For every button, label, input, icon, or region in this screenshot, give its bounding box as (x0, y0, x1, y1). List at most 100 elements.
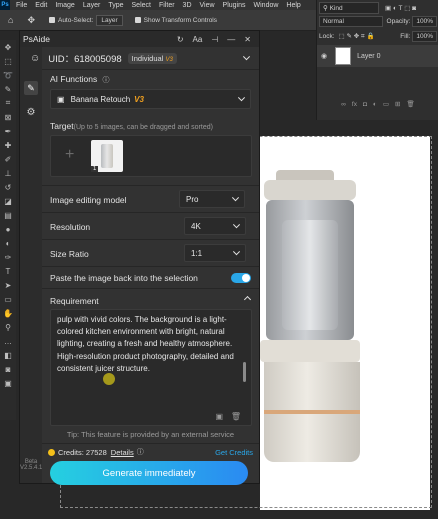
zoom-icon[interactable]: ⚲ (0, 320, 16, 334)
move-tool-icon[interactable]: ✥ (27, 15, 35, 26)
visibility-eye-icon[interactable]: ◉ (321, 52, 327, 60)
fx-icon[interactable]: fx (352, 101, 357, 108)
size-ratio-row: Size Ratio 1:1 (42, 239, 259, 267)
history-brush-icon[interactable]: ↺ (0, 180, 16, 194)
menu-select[interactable]: Select (132, 2, 151, 9)
adjustment-icon[interactable]: ◐ (373, 101, 377, 108)
quick-mask-icon[interactable]: ◙ (0, 362, 16, 376)
info-icon[interactable]: ⓘ (102, 77, 109, 84)
size-ratio-select[interactable]: 1:1 (184, 244, 246, 262)
more-tools-icon[interactable]: … (0, 334, 16, 348)
resolution-label: Resolution (50, 221, 91, 232)
pen-icon[interactable]: ✑ (0, 250, 16, 264)
chevron-down-icon (231, 194, 240, 202)
target-thumbnail[interactable]: 1 (91, 140, 123, 172)
refresh-icon[interactable]: ↻ (177, 35, 184, 44)
version-info: Beta V2.5.4.1 (20, 459, 42, 471)
marquee-icon[interactable]: ⬚ (0, 54, 16, 68)
screen-mode-icon[interactable]: ▣ (0, 376, 16, 390)
brush-icon[interactable]: ✐ (0, 152, 16, 166)
path-select-icon[interactable]: ➤ (0, 278, 16, 292)
target-dropzone[interactable]: + 1 (50, 135, 252, 177)
mask-icon[interactable]: ◘ (363, 101, 367, 108)
close-icon[interactable]: ✕ (244, 35, 251, 44)
mouse-cursor-highlight (103, 373, 115, 385)
link-icon[interactable]: ∞ (341, 101, 346, 108)
frame-icon[interactable]: ⊠ (0, 110, 16, 124)
fill-input[interactable]: 100% (412, 31, 437, 42)
panel-content: ☺ UID：618005098 Individual V3 AI Functio… (30, 47, 259, 485)
requirement-textarea[interactable]: pulp with vivid colors. The background i… (50, 309, 252, 426)
image-model-label: Image editing model (50, 194, 127, 205)
healing-icon[interactable]: ✚ (0, 138, 16, 152)
chevron-up-icon[interactable] (243, 295, 252, 304)
menu-filter[interactable]: Filter (159, 2, 175, 9)
version-label: V2.5.4.1 (20, 465, 43, 471)
delete-icon[interactable]: 🗑 (231, 412, 241, 421)
crop-icon[interactable]: ⌗ (0, 96, 16, 110)
ai-function-select[interactable]: ▣ Banana Retouch V3 (50, 89, 251, 109)
minimize-icon[interactable]: — (227, 35, 235, 44)
stamp-icon[interactable]: ⊥ (0, 166, 16, 180)
folder-icon[interactable]: ▭ (383, 100, 389, 108)
image-model-select[interactable]: Pro (179, 190, 245, 208)
details-link[interactable]: Details (111, 448, 134, 457)
layer-filter-kind[interactable]: ⚲ Kind (319, 2, 379, 14)
dodge-icon[interactable]: ◐ (0, 236, 16, 250)
kind-label: Kind (329, 5, 343, 12)
menu-edit[interactable]: Edit (35, 2, 47, 9)
eraser-icon[interactable]: ◪ (0, 194, 16, 208)
gradient-icon[interactable]: ▤ (0, 208, 16, 222)
menu-window[interactable]: Window (254, 2, 279, 9)
tier-tag: V3 (165, 56, 173, 63)
tier-label: Individual (131, 53, 164, 63)
opacity-input[interactable]: 100% (412, 16, 437, 27)
move-icon[interactable]: ✥ (0, 40, 16, 54)
target-hint: (Up to 5 images, can be dragged and sort… (73, 124, 213, 131)
menu-image[interactable]: Image (55, 2, 74, 9)
shape-icon[interactable]: ▭ (0, 292, 16, 306)
add-image-icon[interactable]: + (65, 146, 74, 164)
eyedropper-icon[interactable]: ✒ (0, 124, 16, 138)
image-insert-icon[interactable]: ▣ (215, 412, 223, 421)
auto-select-label: Auto-Select: (57, 16, 94, 24)
quick-select-icon[interactable]: ✎ (0, 82, 16, 96)
account-row[interactable]: ☺ UID：618005098 Individual V3 (30, 47, 259, 70)
textarea-scrollbar[interactable] (243, 362, 246, 382)
resolution-select[interactable]: 4K (184, 217, 246, 235)
color-swatch-icon[interactable]: ◧ (0, 348, 16, 362)
settings-icon[interactable]: ⚙ (24, 105, 38, 119)
get-credits-link[interactable]: Get Credits (215, 448, 253, 457)
hand-icon[interactable]: ✋ (0, 306, 16, 320)
show-transform-label: Show Transform Controls (143, 16, 218, 24)
credits-label: Credits: 27528 (58, 447, 107, 457)
lock-icons[interactable]: ⬚ ✎ ✥ ⌗ 🔒 (339, 32, 375, 41)
info-icon[interactable]: ⓘ (137, 447, 144, 457)
layer-row[interactable]: ◉ Layer 0 (317, 45, 438, 67)
menu-3d[interactable]: 3D (183, 2, 192, 9)
menu-type[interactable]: Type (108, 2, 123, 9)
auto-select-target-select[interactable]: Layer (96, 14, 123, 26)
lasso-icon[interactable]: ➰ (0, 68, 16, 82)
menu-plugins[interactable]: Plugins (223, 2, 246, 9)
menu-layer[interactable]: Layer (83, 2, 101, 9)
auto-select-checkbox[interactable] (48, 17, 55, 23)
menu-view[interactable]: View (200, 2, 215, 9)
pin-icon[interactable]: ⊣ (211, 35, 218, 44)
paste-back-toggle[interactable] (231, 273, 251, 283)
new-layer-icon[interactable]: ⊞ (395, 100, 400, 108)
delete-layer-icon[interactable]: 🗑 (406, 100, 414, 108)
target-heading: Target(Up to 5 images, can be dragged an… (50, 121, 213, 131)
menu-help[interactable]: Help (286, 2, 300, 9)
filter-icons[interactable]: ▣ ◐ T ⬚ ◙ (385, 4, 416, 12)
font-size-icon[interactable]: Aa (193, 35, 203, 44)
menu-file[interactable]: File (16, 2, 27, 9)
generate-button[interactable]: Generate immediately (50, 461, 248, 485)
show-transform-checkbox[interactable] (134, 17, 141, 23)
chevron-down-icon[interactable] (242, 53, 251, 61)
blur-icon[interactable]: ● (0, 222, 16, 236)
blend-mode-select[interactable]: Normal (319, 16, 383, 27)
edit-icon[interactable]: ✎ (24, 81, 38, 95)
home-icon[interactable]: ⌂ (8, 15, 13, 25)
type-icon[interactable]: T (0, 264, 16, 278)
